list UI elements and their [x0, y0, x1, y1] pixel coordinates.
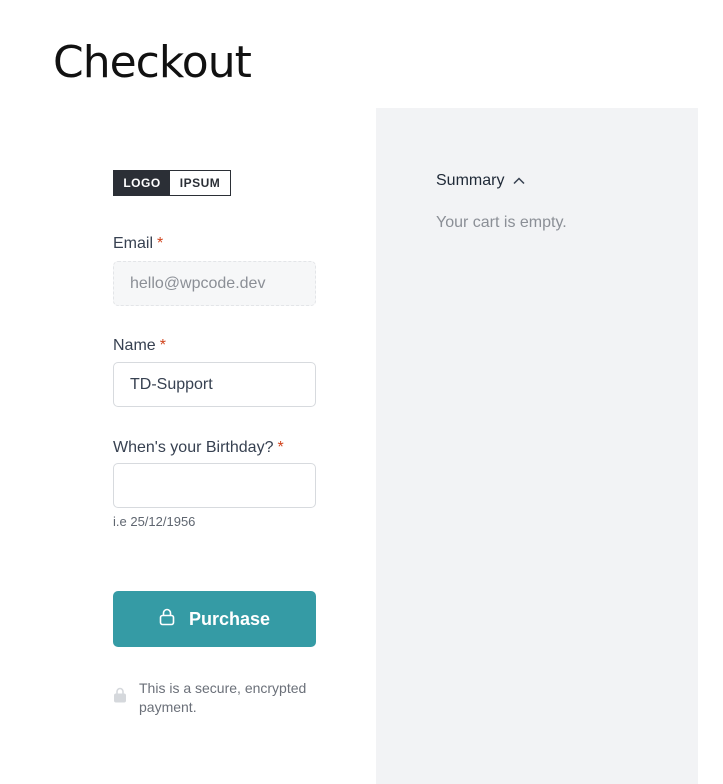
birthday-label-text: When's your Birthday? — [113, 439, 274, 456]
purchase-button[interactable]: Purchase — [113, 591, 316, 647]
secure-payment-text: This is a secure, encrypted payment. — [139, 680, 307, 715]
checkout-page: Checkout LOGO IPSUM Email* Name* When's … — [0, 0, 723, 784]
logo: LOGO IPSUM — [113, 170, 231, 196]
lock-icon — [159, 608, 175, 631]
lock-icon — [113, 687, 127, 703]
email-label-text: Email — [113, 235, 154, 252]
summary-label: Summary — [436, 172, 505, 189]
name-field[interactable] — [113, 362, 316, 407]
logo-left-text: LOGO — [114, 171, 170, 195]
page-title: Checkout — [53, 37, 252, 88]
name-label-text: Name — [113, 337, 156, 354]
cart-empty-message: Your cart is empty. — [436, 214, 567, 231]
name-required-mark: * — [159, 337, 166, 354]
email-required-mark: * — [157, 235, 164, 252]
birthday-field[interactable] — [113, 463, 316, 508]
birthday-label: When's your Birthday? * — [113, 439, 284, 457]
order-summary-panel: Summary Your cart is empty. — [376, 108, 698, 784]
chevron-up-icon — [512, 174, 526, 188]
secure-payment-note: This is a secure, encrypted payment. — [113, 679, 323, 717]
birthday-required-mark: * — [277, 439, 284, 456]
name-label: Name * — [113, 337, 166, 355]
summary-toggle[interactable]: Summary — [436, 172, 526, 190]
logo-right-text: IPSUM — [170, 171, 230, 195]
email-label: Email * — [113, 235, 163, 253]
birthday-hint: i.e 25/12/1956 — [113, 514, 196, 529]
email-field[interactable] — [113, 261, 316, 306]
purchase-button-label: Purchase — [188, 608, 271, 629]
